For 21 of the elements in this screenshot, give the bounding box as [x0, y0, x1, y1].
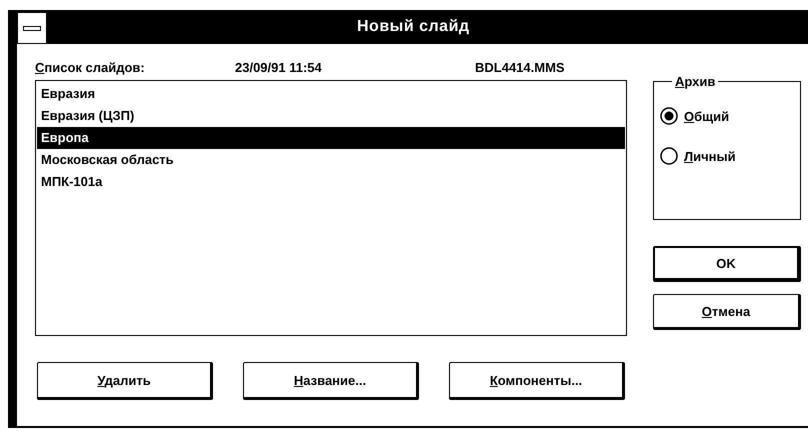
file-name: BDL4414.MMS	[475, 60, 565, 74]
action-button[interactable]: Название...	[243, 362, 419, 400]
radio-button[interactable]	[660, 147, 678, 165]
system-menu-button[interactable]	[17, 12, 47, 44]
slide-list-item[interactable]: Евразия	[37, 83, 625, 105]
cancel-button[interactable]: Отмена	[653, 294, 801, 330]
ok-button[interactable]: OK	[653, 246, 801, 282]
slide-list-item[interactable]: Евразия (ЦЗП)	[37, 105, 625, 127]
radio-label[interactable]: Личный	[684, 148, 736, 164]
group-title: Архив	[674, 74, 716, 89]
slide-list[interactable]: Евразия Евразия (ЦЗП) Европа Московская область МПК-101а	[35, 80, 627, 336]
slide-list-item[interactable]: Европа	[37, 127, 625, 149]
date-text: 23/09/91 11:54	[235, 60, 323, 74]
slide-list-item[interactable]: МПК-101а	[37, 171, 625, 193]
action-button[interactable]: Удалить	[37, 362, 213, 400]
radio-button[interactable]	[660, 107, 678, 125]
slide-list-item[interactable]: Московская область	[37, 149, 625, 171]
action-button[interactable]: Компоненты...	[449, 362, 625, 400]
radio-label[interactable]: Общий	[684, 108, 730, 124]
list-label: Список слайдов:	[35, 60, 146, 74]
window-title: Новый слайд	[357, 18, 470, 36]
